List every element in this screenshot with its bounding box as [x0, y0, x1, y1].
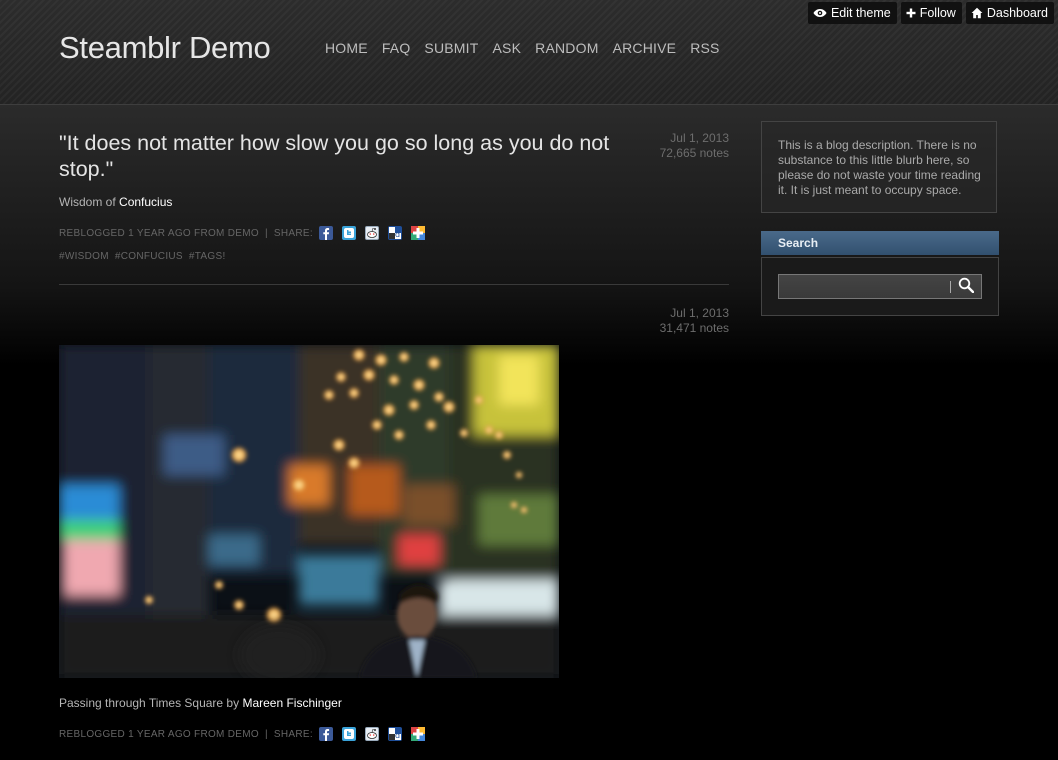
photo-caption: Passing through Times Square by Mareen F…	[59, 696, 342, 710]
follow-label: Follow	[919, 6, 956, 20]
nav-submit[interactable]: SUBMIT	[424, 40, 478, 56]
separator: |	[264, 728, 268, 740]
search-divider	[950, 281, 951, 293]
home-icon	[971, 7, 983, 19]
reblog-info[interactable]: REBLOGGED 1 YEAR AGO FROM DEMO	[59, 228, 259, 239]
post-notes[interactable]: 31,471 notes	[529, 321, 729, 336]
eye-icon	[813, 8, 827, 18]
site-header: Steamblr Demo HOME FAQ SUBMIT ASK RANDOM…	[0, 0, 1058, 105]
caption-author-link[interactable]: Mareen Fischinger	[242, 696, 341, 710]
search-panel	[761, 257, 999, 316]
separator: |	[264, 227, 268, 239]
edit-theme-label: Edit theme	[830, 6, 891, 20]
nav-archive[interactable]: ARCHIVE	[613, 40, 677, 56]
nav-faq[interactable]: FAQ	[382, 40, 411, 56]
google-plus-icon[interactable]	[410, 727, 425, 741]
search-input[interactable]	[781, 277, 953, 296]
quote-source: Wisdom of Confucius	[59, 195, 172, 209]
post-photo[interactable]	[59, 345, 559, 678]
svg-text:d: d	[395, 230, 400, 239]
caption-prefix: Passing through Times Square by	[59, 696, 240, 710]
nav-random[interactable]: RANDOM	[535, 40, 598, 56]
tag-link[interactable]: #TAGS!	[189, 251, 226, 262]
svg-text:d: d	[395, 731, 400, 740]
facebook-icon[interactable]	[318, 226, 333, 240]
search-button[interactable]	[955, 277, 977, 297]
reblog-row: REBLOGGED 1 YEAR AGO FROM DEMO | SHARE: …	[59, 226, 425, 240]
share-icons: d	[318, 226, 425, 240]
nav-home[interactable]: HOME	[325, 40, 368, 56]
main-nav: HOME FAQ SUBMIT ASK RANDOM ARCHIVE RSS	[325, 40, 720, 56]
site-title[interactable]: Steamblr Demo	[59, 30, 271, 66]
reddit-icon[interactable]	[364, 226, 379, 240]
reblog-info[interactable]: REBLOGGED 1 YEAR AGO FROM DEMO	[59, 729, 259, 740]
tag-link[interactable]: #WISDOM	[59, 251, 109, 262]
delicious-icon[interactable]: d	[387, 226, 402, 240]
edit-theme-button[interactable]: Edit theme	[807, 2, 897, 24]
search-field	[778, 274, 982, 299]
tags-row: #WISDOM #CONFUCIUS #TAGS!	[59, 251, 226, 262]
post-divider	[59, 284, 729, 285]
share-icons: d	[318, 727, 425, 741]
share-label: SHARE:	[273, 227, 313, 239]
post-date[interactable]: Jul 1, 2013	[529, 306, 729, 321]
twitter-icon[interactable]	[341, 226, 356, 240]
twitter-icon[interactable]	[341, 727, 356, 741]
post-meta: Jul 1, 2013 72,665 notes	[529, 131, 729, 161]
nav-ask[interactable]: ASK	[493, 40, 522, 56]
post-date[interactable]: Jul 1, 2013	[529, 131, 729, 146]
source-link[interactable]: Confucius	[119, 195, 172, 209]
search-icon	[958, 277, 975, 298]
blog-description: This is a blog description. There is no …	[761, 121, 997, 213]
post-notes[interactable]: 72,665 notes	[529, 146, 729, 161]
dashboard-label: Dashboard	[986, 6, 1048, 20]
search-header: Search	[761, 231, 999, 255]
facebook-icon[interactable]	[318, 727, 333, 741]
share-label: SHARE:	[273, 728, 313, 740]
dashboard-button[interactable]: Dashboard	[965, 2, 1054, 24]
reblog-row: REBLOGGED 1 YEAR AGO FROM DEMO | SHARE: …	[59, 727, 425, 741]
reddit-icon[interactable]	[364, 727, 379, 741]
delicious-icon[interactable]: d	[387, 727, 402, 741]
plus-icon	[906, 8, 916, 18]
post-meta: Jul 1, 2013 31,471 notes	[529, 306, 729, 336]
source-prefix: Wisdom of	[59, 195, 116, 209]
nav-rss[interactable]: RSS	[690, 40, 719, 56]
tumblr-controls: Edit theme Follow Dashboard	[807, 2, 1054, 24]
follow-button[interactable]: Follow	[900, 2, 962, 24]
tag-link[interactable]: #CONFUCIUS	[115, 251, 183, 262]
google-plus-icon[interactable]	[410, 226, 425, 240]
